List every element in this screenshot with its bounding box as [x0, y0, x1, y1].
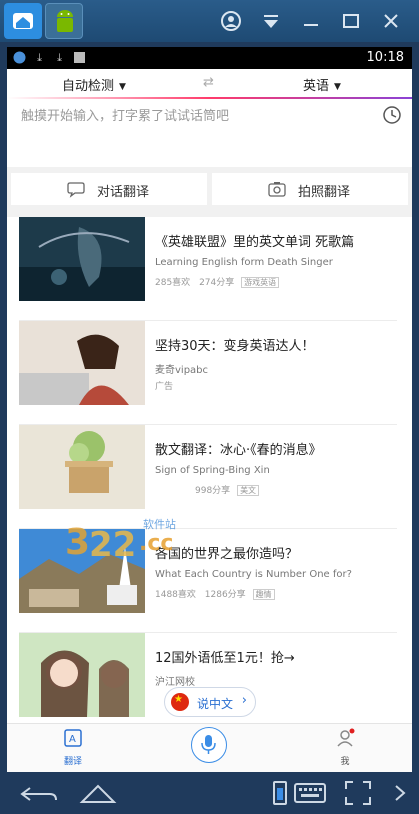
history-icon[interactable] — [382, 105, 402, 125]
photo-translate-label: 拍照翻译 — [298, 185, 351, 200]
fullscreen-icon[interactable] — [344, 780, 372, 806]
android-icon — [57, 10, 73, 32]
source-language-label: 自动检测 — [62, 79, 115, 94]
article-thumbnail — [19, 217, 145, 301]
home-icon — [13, 13, 33, 29]
article-title: 各国的世界之最你造吗？ — [155, 547, 299, 562]
article-thumbnail — [19, 321, 145, 405]
share-count: 998分享 — [195, 486, 231, 496]
person-icon — [337, 728, 355, 747]
category-tag: 美文 — [237, 485, 260, 496]
maximize-icon[interactable] — [340, 10, 362, 32]
back-icon[interactable] — [20, 780, 60, 806]
download-icon: ⤓ — [37, 51, 42, 64]
like-count: 285喜欢 — [155, 278, 191, 288]
like-count: 1488喜欢 — [155, 590, 196, 600]
action-buttons: 对话翻译 拍照翻译 — [7, 167, 412, 217]
storage-icon — [73, 51, 86, 64]
china-flag-icon: ★ — [171, 693, 189, 711]
article-title: 《英雄联盟》里的英文单词 死歌篇 — [155, 235, 355, 250]
dialog-translate-label: 对话翻译 — [97, 185, 150, 200]
chevron-right-icon: › — [241, 693, 247, 708]
category-tag: 趣情 — [252, 589, 275, 600]
nav-translate[interactable]: A 翻译 — [53, 728, 93, 767]
source-language-select[interactable]: 自动检测 ▼ — [62, 75, 126, 94]
list-item[interactable]: 散文翻译：冰心·《春的消息》 Sign of Spring-Bing Xin 9… — [19, 425, 397, 529]
status-time: 10:18 — [366, 50, 404, 65]
keyboard-icon[interactable] — [294, 780, 326, 806]
list-item[interactable]: 12国外语低至1元！抢→ 沪江网校 — [19, 633, 397, 737]
share-count: 1286分享 — [204, 590, 246, 600]
article-subtitle: Sign of Spring-Bing Xin — [155, 465, 270, 476]
swap-languages-icon[interactable]: ⇄ — [203, 75, 214, 90]
article-thumbnail — [19, 529, 145, 613]
list-item[interactable]: 坚持30天：变身英语达人！ 麦奇vipabc 广告 — [19, 321, 397, 425]
article-subtitle: What Each Country is Number One for? — [155, 569, 352, 580]
chevron-down-icon: ▼ — [334, 81, 341, 92]
nav-translate-label: 翻译 — [63, 757, 82, 767]
microphone-button[interactable] — [191, 727, 227, 763]
android-app-tab[interactable] — [45, 3, 83, 39]
emulator-title-bar — [0, 0, 419, 42]
svg-text:A: A — [69, 734, 76, 745]
translation-input[interactable]: 触摸开始输入，打字累了试试话筒吧 — [7, 99, 412, 167]
article-subtitle: 沪江网校 — [155, 677, 195, 688]
download-icon-2: ⤓ — [57, 51, 62, 64]
camera-icon — [268, 180, 286, 198]
speak-chinese-button[interactable]: ★ 说中文 › — [164, 687, 256, 717]
article-title: 坚持30天：变身英语达人！ — [155, 339, 315, 354]
target-language-select[interactable]: 英语 ▼ — [303, 75, 341, 94]
nav-me[interactable]: 我 — [325, 728, 365, 767]
article-title: 12国外语低至1元！抢→ — [155, 651, 295, 666]
dialog-translate-button[interactable]: 对话翻译 — [11, 173, 207, 205]
phone-screen: ⤓ ⤓ 10:18 自动检测 ▼ ⇄ 英语 ▼ 触摸开始输入，打字累了试试话筒吧 对… — [7, 47, 412, 772]
nav-me-label: 我 — [340, 757, 350, 767]
article-feed: 《英雄联盟》里的英文单词 死歌篇 Learning English form D… — [7, 217, 412, 722]
category-tag: 游戏英语 — [241, 277, 280, 288]
chat-bubble-icon — [67, 180, 85, 198]
share-count: 274分享 — [199, 278, 235, 288]
minimize-icon[interactable] — [300, 10, 322, 32]
home-button-icon[interactable] — [78, 780, 118, 806]
target-language-label: 英语 — [303, 79, 330, 94]
chevron-down-icon: ▼ — [119, 81, 126, 92]
status-bar: ⤓ ⤓ 10:18 — [7, 47, 412, 69]
article-subtitle: 麦奇vipabc — [155, 365, 209, 376]
input-placeholder: 触摸开始输入，打字累了试试话筒吧 — [21, 109, 230, 124]
translate-icon: A — [64, 729, 82, 747]
list-item[interactable]: 各国的世界之最你造吗？ What Each Country is Number … — [19, 529, 397, 633]
photo-translate-button[interactable]: 拍照翻译 — [212, 173, 408, 205]
list-item[interactable]: 《英雄联盟》里的英文单词 死歌篇 Learning English form D… — [19, 217, 397, 321]
speak-chinese-label: 说中文 — [197, 697, 234, 711]
article-meta: 1488喜欢 1286分享 趣情 — [155, 587, 275, 600]
article-thumbnail — [19, 425, 145, 509]
rotate-icon[interactable] — [270, 780, 292, 806]
microphone-icon — [201, 735, 216, 754]
article-thumbnail — [19, 633, 145, 717]
user-icon[interactable] — [220, 10, 242, 32]
home-tab[interactable] — [4, 3, 42, 39]
emulator-bottom-bar — [0, 772, 419, 814]
close-icon[interactable] — [380, 10, 402, 32]
article-meta: 285喜欢 274分享 游戏英语 — [155, 275, 280, 288]
article-subtitle: Learning English form Death Singer — [155, 257, 333, 268]
article-meta: 998分享 美文 — [155, 483, 260, 496]
menu-down-icon[interactable] — [260, 10, 282, 32]
language-bar: 自动检测 ▼ ⇄ 英语 ▼ — [7, 69, 412, 99]
notification-app-icon — [13, 51, 26, 64]
article-title: 散文翻译：冰心·《春的消息》 — [155, 443, 322, 458]
bottom-navigation: A 翻译 我 — [7, 723, 412, 772]
chevron-right-icon[interactable] — [392, 780, 408, 806]
ad-label: 广告 — [155, 382, 174, 392]
